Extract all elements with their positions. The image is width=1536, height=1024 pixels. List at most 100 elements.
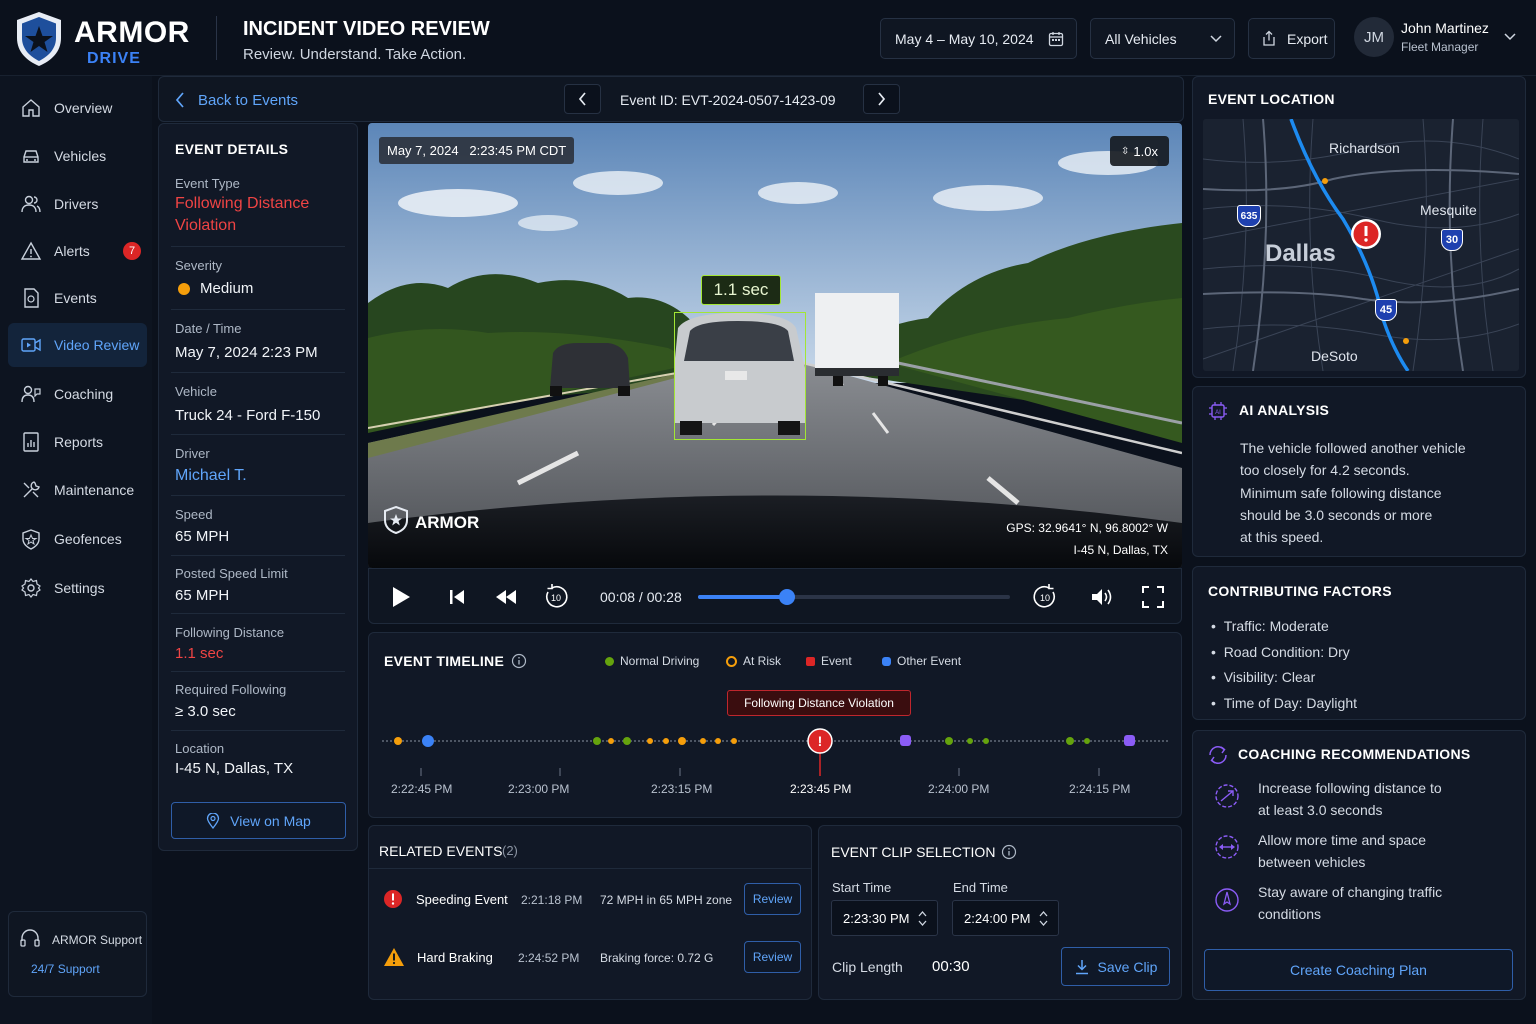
info-icon[interactable] xyxy=(511,653,527,669)
sidebar-item-reports[interactable]: Reports xyxy=(8,420,147,464)
car-icon xyxy=(23,150,39,163)
contributing-factors-title: CONTRIBUTING FACTORS xyxy=(1208,583,1392,599)
info-icon[interactable] xyxy=(1001,844,1017,860)
end-time-field[interactable]: 2:24:00 PM xyxy=(952,900,1059,936)
list-item: • Time of Day: Daylight xyxy=(1211,694,1357,711)
events-icon xyxy=(24,288,39,308)
stepper-icon[interactable] xyxy=(918,910,927,927)
timeline-marker[interactable] xyxy=(593,737,601,745)
page-subtitle: Review. Understand. Take Action. xyxy=(243,46,467,63)
factor-text: Time of Day: Daylight xyxy=(1223,694,1357,711)
timeline-tick-label: 2:24:15 PM xyxy=(1069,782,1131,796)
divider xyxy=(171,434,345,435)
volume-button[interactable] xyxy=(1087,583,1117,611)
view-on-map-button[interactable]: View on Map xyxy=(171,802,346,839)
play-button[interactable] xyxy=(387,583,415,611)
brand-logo[interactable]: ARMOR DRIVE xyxy=(14,10,214,70)
timeline-marker[interactable] xyxy=(715,738,721,744)
timeline-marker[interactable] xyxy=(1124,735,1135,746)
back-10-button[interactable]: 10 xyxy=(541,582,571,612)
forward-10-icon: 10 xyxy=(1033,584,1056,608)
divider xyxy=(171,730,345,731)
legend-at-risk: At Risk xyxy=(726,654,781,668)
clip-selection-title: EVENT CLIP SELECTION xyxy=(831,844,996,860)
sidebar-item-vehicles[interactable]: Vehicles xyxy=(8,134,147,178)
stepper-icon[interactable] xyxy=(1039,910,1048,927)
save-clip-button[interactable]: Save Clip xyxy=(1061,947,1170,986)
review-button[interactable]: Review xyxy=(744,941,801,973)
create-coaching-plan-button[interactable]: Create Coaching Plan xyxy=(1204,949,1513,991)
rewind-button[interactable] xyxy=(491,583,521,611)
sidebar-item-video-review[interactable]: Video Review xyxy=(8,323,147,367)
timeline-marker[interactable] xyxy=(647,738,653,744)
wrench-icon xyxy=(23,481,40,498)
sidebar: Overview Vehicles Drivers Alerts 7 Event… xyxy=(0,76,152,1024)
sidebar-item-label: Drivers xyxy=(54,196,99,212)
start-time-field[interactable]: 2:23:30 PM xyxy=(831,900,938,936)
sidebar-item-label: Geofences xyxy=(54,531,122,547)
review-button[interactable]: Review xyxy=(744,883,801,915)
timeline-marker[interactable] xyxy=(945,737,953,745)
skip-start-button[interactable] xyxy=(443,583,471,611)
forward-10-button[interactable]: 10 xyxy=(1030,582,1060,612)
sidebar-item-settings[interactable]: Settings xyxy=(8,566,147,610)
sidebar-item-drivers[interactable]: Drivers xyxy=(8,182,147,226)
table-row[interactable]: Hard Braking 2:24:52 PM Braking force: 0… xyxy=(369,932,811,984)
start-time-value: 2:23:30 PM xyxy=(843,911,910,926)
following-distance-value: 1.1 sec xyxy=(175,645,224,662)
prev-event-button[interactable] xyxy=(564,84,601,114)
top-bar: ARMOR DRIVE INCIDENT VIDEO REVIEW Review… xyxy=(0,0,1536,76)
timeline-marker[interactable] xyxy=(967,738,973,744)
detected-vehicle-box xyxy=(674,312,806,440)
timeline-marker[interactable] xyxy=(1066,737,1074,745)
support-link[interactable]: 24/7 Support xyxy=(31,962,100,976)
video-controls: 10 00:08 / 00:28 10 xyxy=(368,568,1182,624)
svg-text:10: 10 xyxy=(551,593,561,603)
sidebar-item-overview[interactable]: Overview xyxy=(8,86,147,130)
legend-normal-label: Normal Driving xyxy=(620,654,700,668)
location-label: Location xyxy=(175,741,225,756)
legend-other-dot xyxy=(882,657,891,667)
timeline-marker[interactable] xyxy=(422,735,434,747)
timeline-marker[interactable] xyxy=(731,738,737,744)
driver-link[interactable]: Michael T. xyxy=(175,467,247,485)
timeline-marker[interactable] xyxy=(394,737,402,745)
playback-speed-button[interactable]: ⇳ 1.0x xyxy=(1110,136,1169,166)
timeline-marker[interactable] xyxy=(983,738,989,744)
sidebar-item-alerts[interactable]: Alerts 7 xyxy=(8,229,147,273)
next-event-button[interactable] xyxy=(863,84,900,114)
timeline-marker[interactable] xyxy=(900,735,911,746)
progress-handle[interactable] xyxy=(779,589,796,605)
sidebar-item-geofences[interactable]: Geofences xyxy=(8,517,147,561)
timeline-marker[interactable] xyxy=(663,738,669,744)
progress-track[interactable] xyxy=(698,589,1010,605)
back-to-events-link[interactable]: Back to Events xyxy=(198,92,298,109)
sidebar-item-coaching[interactable]: Coaching xyxy=(8,372,147,416)
video-timestamp: May 7, 2024 2:23:45 PM CDT xyxy=(379,137,575,164)
fullscreen-button[interactable] xyxy=(1139,583,1167,611)
date-range-picker[interactable]: May 4 – May 10, 2024 xyxy=(880,18,1077,59)
timeline-marker[interactable] xyxy=(1084,738,1090,744)
exclamation-icon: ! xyxy=(818,733,823,749)
vehicle-filter-select[interactable]: All Vehicles xyxy=(1090,18,1235,59)
avatar[interactable]: JM xyxy=(1354,17,1394,57)
divider xyxy=(171,613,345,614)
timeline-marker[interactable] xyxy=(700,738,706,744)
timeline-marker[interactable] xyxy=(623,737,631,745)
timeline-marker[interactable] xyxy=(678,737,686,745)
sidebar-item-maintenance[interactable]: Maintenance xyxy=(8,468,147,512)
related-event-detail: 72 MPH in 65 MPH zone xyxy=(600,893,733,907)
sidebar-item-events[interactable]: Events xyxy=(8,276,147,320)
timeline-track[interactable]: ! xyxy=(378,720,1172,780)
timeline-marker[interactable] xyxy=(608,738,614,744)
back-chevron-icon[interactable] xyxy=(175,92,185,108)
video-frame[interactable]: 1.1 sec May 7, 2024 2:23:45 PM CDT ⇳ 1.0x… xyxy=(368,123,1182,568)
user-menu-chevron-icon[interactable] xyxy=(1504,33,1516,41)
export-button[interactable]: Export xyxy=(1248,18,1335,59)
table-row[interactable]: Speeding Event 2:21:18 PM 72 MPH in 65 M… xyxy=(369,874,811,926)
user-name[interactable]: John Martinez xyxy=(1401,20,1489,36)
location-map[interactable]: Richardson Mesquite Dallas DeSoto 635 30… xyxy=(1203,119,1519,371)
event-location-pin-icon[interactable] xyxy=(1349,217,1383,253)
event-details-panel: EVENT DETAILS Event Type Following Dista… xyxy=(158,123,358,851)
speed-limit-label: Posted Speed Limit xyxy=(175,566,288,581)
